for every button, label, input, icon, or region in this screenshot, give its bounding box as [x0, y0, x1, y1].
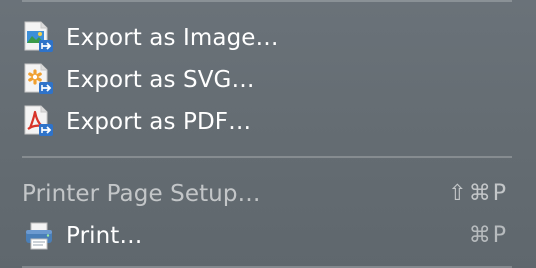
shortcut-cmd-p: ⌘P — [468, 223, 508, 248]
context-menu: Export as Image… Export as SVG… Export a… — [0, 0, 536, 268]
menu-item-label: Export as PDF… — [66, 109, 252, 135]
export-image-icon — [22, 20, 56, 54]
menu-item-printer-page-setup: Printer Page Setup… ⇧⌘P — [0, 172, 536, 214]
menu-item-label: Export as Image… — [66, 25, 279, 51]
menu-separator-top — [22, 0, 512, 2]
menu-item-export-svg[interactable]: Export as SVG… — [0, 58, 536, 100]
export-svg-icon — [22, 62, 56, 96]
menu-item-print[interactable]: Print… ⌘P — [0, 214, 536, 256]
menu-separator — [22, 156, 512, 158]
printer-icon — [22, 218, 56, 252]
menu-item-export-pdf[interactable]: Export as PDF… — [0, 100, 536, 142]
menu-item-label: Export as SVG… — [66, 67, 255, 93]
export-pdf-icon — [22, 104, 56, 138]
menu-item-label: Printer Page Setup… — [22, 181, 261, 207]
menu-item-export-image[interactable]: Export as Image… — [0, 16, 536, 58]
shortcut-shift-cmd-p: ⇧⌘P — [448, 181, 508, 206]
menu-item-label: Print… — [66, 223, 143, 249]
